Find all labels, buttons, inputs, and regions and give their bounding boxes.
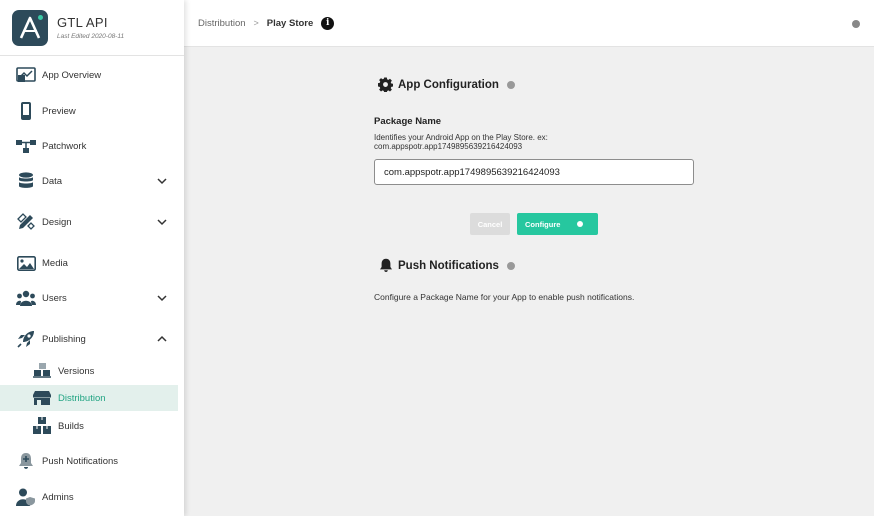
sidebar-item-distribution[interactable]: Distribution	[0, 385, 178, 411]
top-bar: Distribution > Play Store i	[184, 0, 874, 47]
breadcrumb-current: Play Store	[266, 17, 314, 29]
bell-icon	[380, 258, 392, 273]
store-icon	[32, 388, 52, 408]
sidebar-item-label: Push Notifications	[42, 455, 119, 467]
sidebar: GTL API Last Edited 2020-08-11 App Overv…	[0, 0, 184, 516]
image-icon	[16, 253, 36, 273]
app-brand[interactable]: GTL API Last Edited 2020-08-11	[0, 0, 184, 56]
sidebar-item-label: Admins	[42, 491, 74, 503]
versions-icon	[32, 361, 52, 381]
status-indicator	[852, 20, 860, 28]
push-notifications-title: Push Notifications	[398, 259, 499, 272]
sidebar-item-label: Design	[42, 216, 72, 228]
package-name-input[interactable]	[374, 159, 694, 185]
sidebar-item-label: Preview	[42, 105, 76, 117]
sidebar-item-label: Builds	[58, 420, 84, 432]
sidebar-item-label: Versions	[58, 365, 95, 377]
app-configuration-header: App Configuration	[378, 77, 515, 92]
sidebar-item-push-notifications[interactable]: Push Notifications	[0, 448, 178, 474]
pencil-ruler-icon	[16, 212, 36, 232]
users-icon	[16, 288, 36, 308]
breadcrumb-separator: >	[253, 18, 259, 28]
sidebar-item-patchwork[interactable]: Patchwork	[0, 133, 178, 159]
push-notifications-header: Push Notifications	[379, 258, 515, 273]
database-icon	[16, 171, 36, 191]
sidebar-item-label: Publishing	[42, 333, 86, 345]
app-configuration-title: App Configuration	[398, 78, 499, 91]
package-name-help: Identifies your Android App on the Play …	[374, 133, 548, 151]
breadcrumb-distribution[interactable]: Distribution	[198, 18, 246, 29]
chevron-down-icon[interactable]	[156, 216, 168, 228]
sidebar-item-users[interactable]: Users	[0, 285, 178, 311]
gear-icon	[378, 77, 393, 92]
sidebar-item-preview[interactable]: Preview	[0, 98, 178, 124]
sidebar-item-data[interactable]: Data	[0, 168, 178, 194]
info-icon[interactable]: i	[321, 16, 335, 30]
app-logo	[12, 9, 48, 46]
push-notification-icon	[16, 451, 36, 471]
boxes-icon	[32, 416, 52, 436]
sidebar-item-label: Users	[42, 292, 67, 304]
sidebar-item-admins[interactable]: Admins	[0, 484, 178, 510]
sidebar-item-label: Patchwork	[42, 140, 87, 152]
sidebar-item-label: Media	[42, 257, 68, 269]
chevron-down-icon[interactable]	[156, 175, 168, 187]
sidebar-item-label: App Overview	[42, 69, 102, 81]
sidebar-item-versions[interactable]: Versions	[0, 358, 178, 384]
push-notifications-status-dot	[506, 261, 515, 270]
chevron-up-icon[interactable]	[156, 333, 168, 345]
admin-icon	[16, 487, 36, 507]
app-configuration-status-dot	[506, 80, 515, 89]
sidebar-item-builds[interactable]: Builds	[0, 413, 178, 439]
patchwork-icon	[16, 136, 36, 156]
app-title: GTL API	[57, 15, 108, 30]
sidebar-item-app-overview[interactable]: App Overview	[0, 62, 178, 88]
loading-dot	[577, 221, 583, 227]
push-notifications-description: Configure a Package Name for your App to…	[374, 292, 635, 302]
cancel-button[interactable]: Cancel	[470, 213, 510, 235]
configure-button-label: Configure	[525, 219, 561, 229]
sidebar-item-media[interactable]: Media	[0, 250, 178, 276]
app-overview-icon	[16, 65, 36, 85]
sidebar-item-design[interactable]: Design	[0, 209, 178, 235]
last-edited: Last Edited 2020-08-11	[57, 33, 125, 40]
sidebar-item-label: Data	[42, 175, 63, 187]
chevron-down-icon[interactable]	[156, 292, 168, 304]
package-name-label: Package Name	[374, 116, 442, 127]
rocket-icon	[16, 329, 36, 349]
sidebar-item-label: Distribution	[58, 392, 106, 404]
sidebar-item-publishing[interactable]: Publishing	[0, 326, 178, 352]
phone-icon	[16, 101, 36, 121]
configure-button[interactable]: Configure	[517, 213, 598, 235]
